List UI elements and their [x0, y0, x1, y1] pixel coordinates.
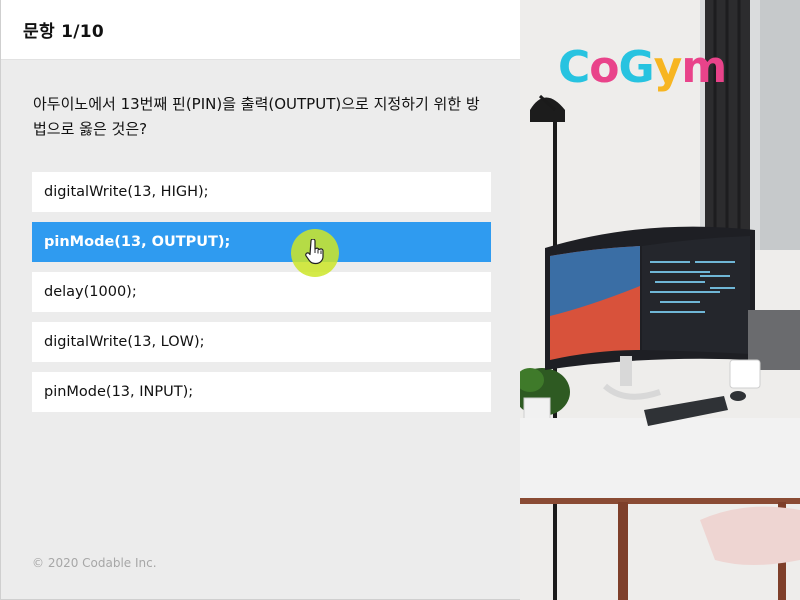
quiz-header: 문항 1/10: [1, 0, 521, 60]
choice-label: digitalWrite(13, HIGH);: [44, 184, 209, 200]
choice-label: digitalWrite(13, LOW);: [44, 334, 205, 350]
mouse-cursor-highlight: [291, 229, 339, 277]
choice-option-2[interactable]: pinMode(13, OUTPUT);: [32, 222, 491, 262]
choice-list: digitalWrite(13, HIGH); pinMode(13, OUTP…: [32, 172, 491, 422]
choice-label: pinMode(13, INPUT);: [44, 384, 194, 400]
choice-option-1[interactable]: digitalWrite(13, HIGH);: [32, 172, 491, 212]
question-counter: 문항 1/10: [23, 22, 104, 42]
question-text: 아두이노에서 13번째 핀(PIN)을 출력(OUTPUT)으로 지정하기 위한…: [33, 95, 480, 138]
quiz-panel: 문항 1/10 아두이노에서 13번째 핀(PIN)을 출력(OUTPUT)으로…: [0, 0, 521, 600]
workspace-photo: CoGym: [520, 0, 800, 600]
copyright-text: © 2020 Codable Inc.: [32, 556, 157, 570]
choice-option-5[interactable]: pinMode(13, INPUT);: [32, 372, 491, 412]
hand-pointer-icon: [305, 239, 324, 265]
cogym-logo: CoGym: [558, 42, 727, 93]
choice-label: delay(1000);: [44, 284, 137, 300]
choice-label: pinMode(13, OUTPUT);: [44, 234, 231, 250]
choice-option-3[interactable]: delay(1000);: [32, 272, 491, 312]
choice-option-4[interactable]: digitalWrite(13, LOW);: [32, 322, 491, 362]
